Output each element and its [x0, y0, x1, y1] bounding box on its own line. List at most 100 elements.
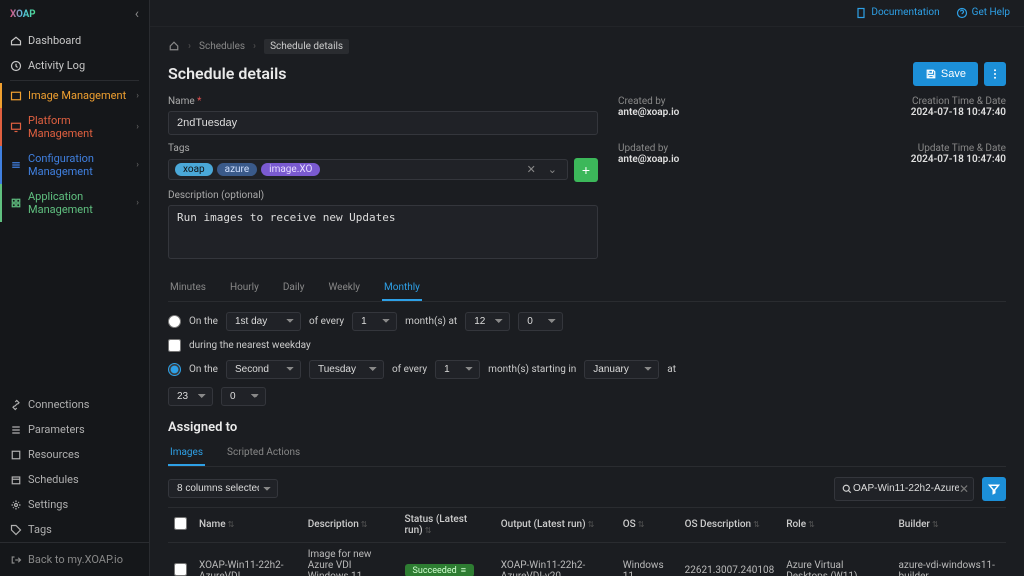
th-os: OS⇅	[617, 507, 679, 542]
tag-chip[interactable]: image.XO	[261, 163, 320, 176]
sidebar-item-image[interactable]: Image Management ›	[0, 83, 149, 108]
app-icon	[10, 197, 22, 209]
label-at: at	[667, 364, 676, 375]
desc-label: Description (optional)	[168, 190, 598, 201]
tags-input[interactable]: xoap azure image.XO ✕ ⌄	[168, 159, 568, 180]
sidebar-item-schedules[interactable]: Schedules	[0, 467, 149, 492]
tab-daily[interactable]: Daily	[281, 276, 307, 301]
sidebar-label: Application Management	[28, 190, 130, 216]
sidebar-item-dashboard[interactable]: Dashboard	[0, 28, 149, 53]
svg-text:XOAP: XOAP	[10, 9, 36, 20]
sel-hour2[interactable]: 23	[168, 387, 213, 406]
sel-min1[interactable]: 0	[518, 312, 563, 331]
more-button[interactable]	[984, 62, 1006, 86]
sel-nmonths1[interactable]: 1	[352, 312, 397, 331]
label-ofevery: of every	[309, 316, 344, 327]
radio-firstday[interactable]	[168, 315, 181, 328]
radio-ordinal[interactable]	[168, 363, 181, 376]
config-icon	[10, 159, 22, 171]
clear-tags-icon[interactable]: ✕	[523, 163, 540, 176]
add-tag-button[interactable]: +	[574, 158, 598, 182]
label-monthsat: month(s) at	[405, 316, 457, 327]
sidebar-item-platform[interactable]: Platform Management ›	[0, 108, 149, 146]
sidebar-item-config[interactable]: Configuration Management ›	[0, 146, 149, 184]
page-title: Schedule details	[168, 64, 286, 83]
label-monthsstart: month(s) starting in	[488, 364, 576, 375]
utime-label: Update Time & Date	[822, 143, 1006, 154]
sidebar-label: Image Management	[28, 89, 126, 102]
bars-icon: ≡	[461, 565, 466, 576]
sidebar-item-resources[interactable]: Resources	[0, 442, 149, 467]
sel-ordinal[interactable]: Second	[226, 360, 301, 379]
sidebar-item-parameters[interactable]: Parameters	[0, 417, 149, 442]
updatedby-value: ante@xoap.io	[618, 154, 802, 165]
ctime-label: Creation Time & Date	[822, 96, 1006, 107]
sidebar-label: Platform Management	[28, 114, 130, 140]
chevron-right-icon: ›	[136, 160, 139, 170]
tab-scripted[interactable]: Scripted Actions	[225, 441, 302, 466]
doc-icon	[855, 7, 867, 19]
tag-chip[interactable]: azure	[217, 163, 258, 176]
sel-startmonth[interactable]: January	[584, 360, 659, 379]
logout-icon	[10, 554, 22, 566]
sidebar-label: Schedules	[28, 473, 79, 486]
select-all[interactable]	[174, 517, 187, 530]
documentation-link[interactable]: Documentation	[855, 7, 939, 19]
th-role: Role⇅	[780, 507, 892, 542]
sidebar-item-connections[interactable]: Connections	[0, 392, 149, 417]
sidebar-label: Resources	[28, 448, 80, 461]
tag-chip[interactable]: xoap	[175, 163, 213, 176]
cell-os: Windows 11	[617, 542, 679, 576]
sidebar-label: Activity Log	[28, 59, 85, 72]
tab-images[interactable]: Images	[168, 441, 205, 466]
tab-minutes[interactable]: Minutes	[168, 276, 208, 301]
clear-search-icon[interactable]: ✕	[959, 482, 969, 496]
back-link[interactable]: Back to my.XOAP.io	[0, 542, 149, 576]
label-onthe2: On the	[189, 364, 218, 375]
tab-monthly[interactable]: Monthly	[382, 276, 422, 301]
home-icon[interactable]	[168, 40, 180, 52]
tab-weekly[interactable]: Weekly	[326, 276, 362, 301]
sel-nmonths2[interactable]: 1	[435, 360, 480, 379]
name-input[interactable]	[168, 111, 598, 135]
th-output: Output (Latest run)⇅	[495, 507, 617, 542]
resources-icon	[10, 449, 22, 461]
cell-name: XOAP-Win11-22h2-AzureVDI	[193, 542, 302, 576]
sidebar-item-activity[interactable]: Activity Log	[0, 53, 149, 78]
help-label: Get Help	[972, 7, 1010, 18]
tags-chevron-icon[interactable]: ⌄	[544, 163, 561, 176]
tags-label: Tags	[168, 143, 598, 154]
sidebar-collapse[interactable]: ‹	[135, 6, 139, 22]
columns-select[interactable]: 8 columns selected	[168, 479, 278, 498]
row-select[interactable]	[174, 563, 187, 576]
tab-hourly[interactable]: Hourly	[228, 276, 261, 301]
ctime-value: 2024-07-18 10:47:40	[822, 107, 1006, 118]
search-input[interactable]	[853, 483, 959, 494]
sel-min2[interactable]: 0	[221, 387, 266, 406]
table-row[interactable]: XOAP-Win11-22h2-AzureVDI Image for new A…	[168, 542, 1006, 576]
filter-button[interactable]	[982, 477, 1006, 501]
sel-day[interactable]: 1st day	[226, 312, 301, 331]
th-desc: Description⇅	[302, 507, 399, 542]
breadcrumb-schedules[interactable]: Schedules	[199, 41, 245, 52]
label-nearest: during the nearest weekday	[189, 340, 311, 351]
tag-icon	[10, 524, 22, 536]
help-link[interactable]: Get Help	[956, 7, 1010, 19]
chevron-right-icon: ›	[136, 198, 139, 208]
desc-input[interactable]: Run images to receive new Updates	[168, 205, 598, 259]
th-builder: Builder⇅	[892, 507, 1006, 542]
status-badge: Succeeded ≡	[405, 564, 474, 576]
sidebar-item-app[interactable]: Application Management ›	[0, 184, 149, 222]
save-button[interactable]: Save	[913, 62, 978, 86]
platform-icon	[10, 121, 22, 133]
sidebar-label: Parameters	[28, 423, 85, 436]
sel-dow[interactable]: Tuesday	[309, 360, 384, 379]
sel-hour1[interactable]: 12	[465, 312, 510, 331]
back-label: Back to my.XOAP.io	[28, 553, 123, 566]
sidebar-label: Dashboard	[28, 34, 81, 47]
sidebar-item-settings[interactable]: Settings	[0, 492, 149, 517]
save-icon	[925, 68, 937, 80]
chk-nearest[interactable]	[168, 339, 181, 352]
search-box[interactable]: ✕	[834, 477, 974, 501]
sidebar-item-tags[interactable]: Tags	[0, 517, 149, 542]
